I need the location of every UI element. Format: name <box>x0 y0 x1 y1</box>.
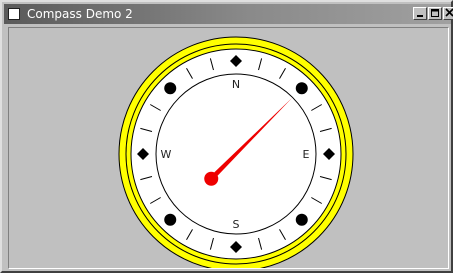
direction-label-west: W <box>161 148 172 161</box>
minimize-icon <box>417 15 423 17</box>
direction-label-north: N <box>232 78 240 91</box>
minimize-button[interactable] <box>413 7 427 20</box>
close-icon <box>445 8 453 17</box>
maximize-icon <box>431 9 439 17</box>
direction-label-east: E <box>303 148 310 161</box>
window-title: Compass Demo 2 <box>27 7 133 21</box>
title-bar[interactable]: Compass Demo 2 <box>4 4 453 24</box>
close-button[interactable] <box>443 7 453 20</box>
intercardinal-marker-icon <box>295 82 308 95</box>
intercardinal-marker-icon <box>164 213 177 226</box>
app-icon[interactable] <box>8 8 20 20</box>
needle-hub <box>204 171 219 186</box>
maximize-button[interactable] <box>428 7 442 20</box>
direction-label-south: S <box>233 218 240 231</box>
compass-dial: N E S W <box>118 36 354 268</box>
compass-panel: N E S W <box>8 27 449 269</box>
intercardinal-marker-icon <box>164 82 177 95</box>
intercardinal-marker-icon <box>295 213 308 226</box>
app-window: Compass Demo 2 N E S W <box>0 0 453 273</box>
